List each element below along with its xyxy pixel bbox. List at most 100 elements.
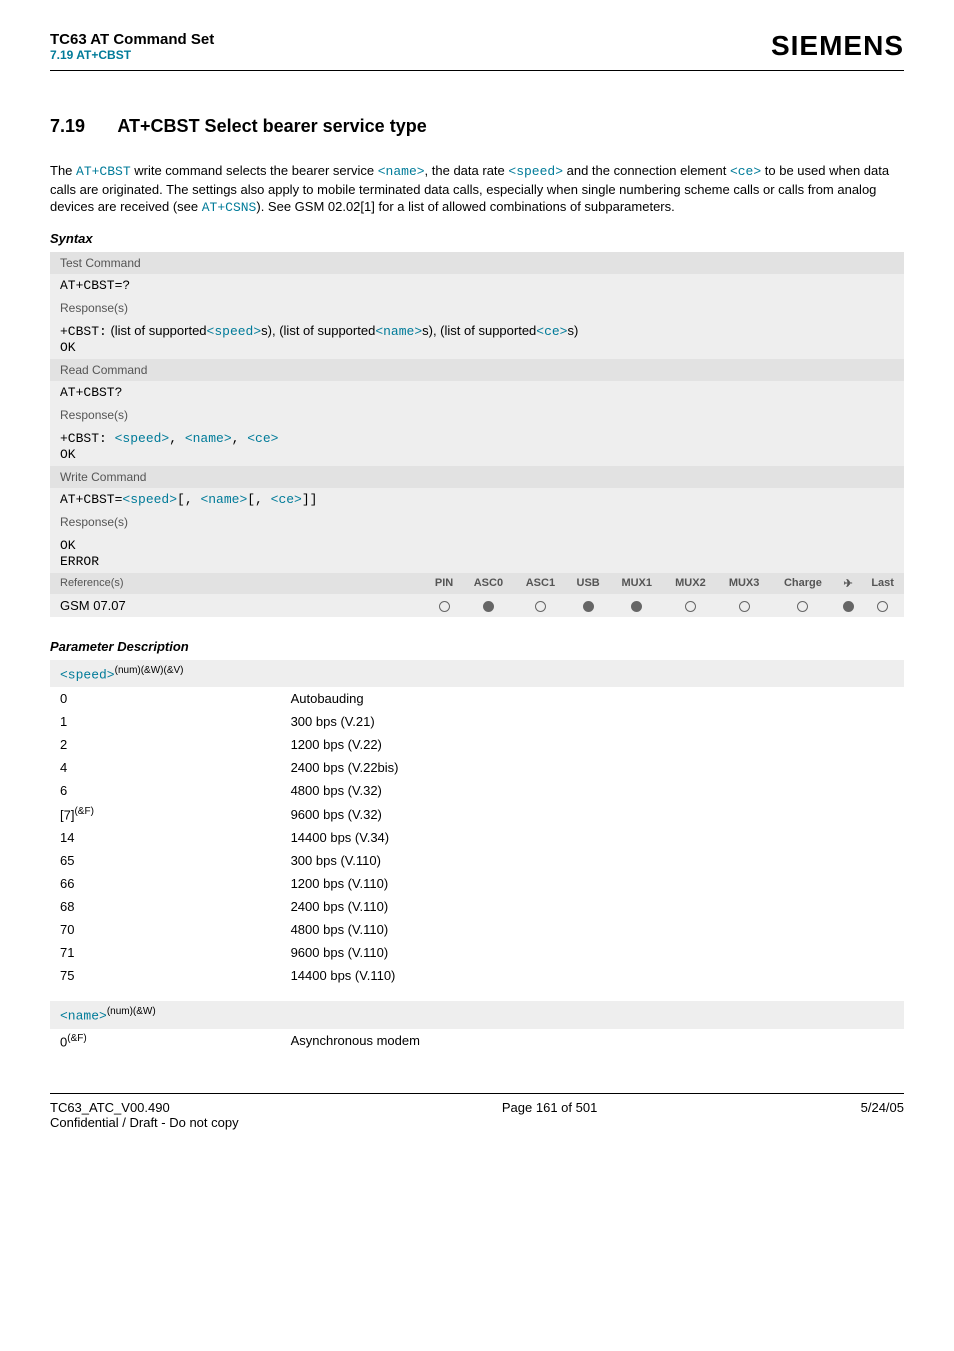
col-pin: PIN — [426, 573, 463, 594]
col-mux3: MUX3 — [717, 573, 771, 594]
syntax-heading: Syntax — [50, 231, 904, 246]
col-asc1: ASC1 — [514, 573, 566, 594]
read-response-label: Response(s) — [50, 404, 904, 426]
param-row: 1414400 bps (V.34) — [50, 826, 904, 849]
test-ce-link[interactable]: <ce> — [536, 324, 567, 339]
param-value-sup: (&F) — [67, 1033, 86, 1044]
syntax-table: Test Command AT+CBST=? Response(s) +CBST… — [50, 252, 904, 617]
param-row: 704800 bps (V.110) — [50, 918, 904, 941]
col-mux2: MUX2 — [664, 573, 718, 594]
param-value: 2 — [50, 733, 281, 756]
param-value: [7](&F) — [50, 802, 281, 826]
param-description: 14400 bps (V.34) — [281, 826, 904, 849]
col-asc0: ASC0 — [462, 573, 514, 594]
page-footer: TC63_ATC_V00.490 Confidential / Draft - … — [50, 1093, 904, 1130]
param-description: 1200 bps (V.22) — [281, 733, 904, 756]
param-description: Asynchronous modem — [281, 1029, 904, 1053]
write-name-link[interactable]: <name> — [200, 492, 247, 507]
brand-logo: SIEMENS — [771, 30, 904, 62]
name-param-name[interactable]: <name> — [60, 1009, 107, 1024]
col-airplane-icon: ✈ — [835, 573, 861, 594]
dot-mux1 — [610, 594, 664, 617]
param-row: 719600 bps (V.110) — [50, 941, 904, 964]
param-row: [7](&F)9600 bps (V.32) — [50, 802, 904, 826]
write-speed-link[interactable]: <speed> — [122, 492, 177, 507]
read-speed-link[interactable]: <speed> — [115, 431, 170, 446]
name-param-header: <name>(num)(&W) — [50, 1001, 904, 1028]
at-cbst-link[interactable]: AT+CBST — [76, 164, 131, 179]
param-description: 4800 bps (V.110) — [281, 918, 904, 941]
read-ce-link[interactable]: <ce> — [247, 431, 278, 446]
write-response-body: OK ERROR — [50, 533, 904, 573]
read-command-value: AT+CBST? — [50, 381, 904, 404]
name-token-link[interactable]: <name> — [378, 164, 425, 179]
dot-charge — [771, 594, 835, 617]
dot-mux3 — [717, 594, 771, 617]
param-row: 65300 bps (V.110) — [50, 849, 904, 872]
write-command-header: Write Command — [50, 466, 904, 488]
dot-mux2 — [664, 594, 718, 617]
param-description: 2400 bps (V.22bis) — [281, 756, 904, 779]
intro-paragraph: The AT+CBST write command selects the be… — [50, 162, 904, 217]
param-value: 1 — [50, 710, 281, 733]
read-response-body: +CBST: <speed>, <name>, <ce> OK — [50, 426, 904, 466]
param-description: 4800 bps (V.32) — [281, 779, 904, 802]
section-heading: 7.19 AT+CBST Select bearer service type — [50, 116, 904, 137]
name-param-table: <name>(num)(&W) 0(&F)Asynchronous modem — [50, 1001, 904, 1053]
param-description: 9600 bps (V.110) — [281, 941, 904, 964]
test-speed-link[interactable]: <speed> — [207, 324, 262, 339]
param-description: 300 bps (V.21) — [281, 710, 904, 733]
header-left: TC63 AT Command Set 7.19 AT+CBST — [50, 31, 214, 62]
dot-airplane — [835, 594, 861, 617]
param-value: 75 — [50, 964, 281, 987]
reference-row: Reference(s) PIN ASC0 ASC1 USB MUX1 MUX2… — [50, 573, 904, 617]
param-value: 0 — [50, 687, 281, 710]
at-csns-link[interactable]: AT+CSNS — [202, 200, 257, 215]
test-command-header: Test Command — [50, 252, 904, 274]
reference-label: Reference(s) — [50, 573, 426, 594]
dot-usb — [566, 594, 609, 617]
param-row: 64800 bps (V.32) — [50, 779, 904, 802]
speed-param-attrs: (num)(&W)(&V) — [115, 665, 184, 676]
param-value: 71 — [50, 941, 281, 964]
read-name-link[interactable]: <name> — [185, 431, 232, 446]
write-ce-link[interactable]: <ce> — [271, 492, 302, 507]
param-value: 66 — [50, 872, 281, 895]
ref-value-row: GSM 07.07 — [50, 594, 904, 617]
param-row: 7514400 bps (V.110) — [50, 964, 904, 987]
dot-asc1 — [514, 594, 566, 617]
param-row: 661200 bps (V.110) — [50, 872, 904, 895]
header-subtitle: 7.19 AT+CBST — [50, 48, 214, 62]
col-usb: USB — [566, 573, 609, 594]
col-mux1: MUX1 — [610, 573, 664, 594]
test-response-body: +CBST: (list of supported<speed>s), (lis… — [50, 319, 904, 359]
speed-param-name[interactable]: <speed> — [60, 667, 115, 682]
dot-asc0 — [462, 594, 514, 617]
param-description: Autobauding — [281, 687, 904, 710]
param-row: 0Autobauding — [50, 687, 904, 710]
ce-token-link[interactable]: <ce> — [730, 164, 761, 179]
dot-pin — [426, 594, 463, 617]
test-response-label: Response(s) — [50, 297, 904, 319]
param-value: 4 — [50, 756, 281, 779]
param-description: 1200 bps (V.110) — [281, 872, 904, 895]
footer-page: Page 161 of 501 — [239, 1100, 861, 1130]
write-response-label: Response(s) — [50, 511, 904, 533]
param-row: 42400 bps (V.22bis) — [50, 756, 904, 779]
param-row: 1300 bps (V.21) — [50, 710, 904, 733]
section-title: AT+CBST Select bearer service type — [117, 116, 426, 136]
param-row: 682400 bps (V.110) — [50, 895, 904, 918]
reference-value: GSM 07.07 — [50, 594, 426, 617]
param-value: 6 — [50, 779, 281, 802]
param-description: 9600 bps (V.32) — [281, 802, 904, 826]
test-name-link[interactable]: <name> — [375, 324, 422, 339]
param-description: 14400 bps (V.110) — [281, 964, 904, 987]
param-value-sup: (&F) — [74, 806, 93, 817]
speed-token-link[interactable]: <speed> — [508, 164, 563, 179]
col-charge: Charge — [771, 573, 835, 594]
ref-header-row: Reference(s) PIN ASC0 ASC1 USB MUX1 MUX2… — [50, 573, 904, 594]
param-row: 21200 bps (V.22) — [50, 733, 904, 756]
speed-param-header: <speed>(num)(&W)(&V) — [50, 660, 904, 687]
param-value: 65 — [50, 849, 281, 872]
col-last: Last — [861, 573, 904, 594]
